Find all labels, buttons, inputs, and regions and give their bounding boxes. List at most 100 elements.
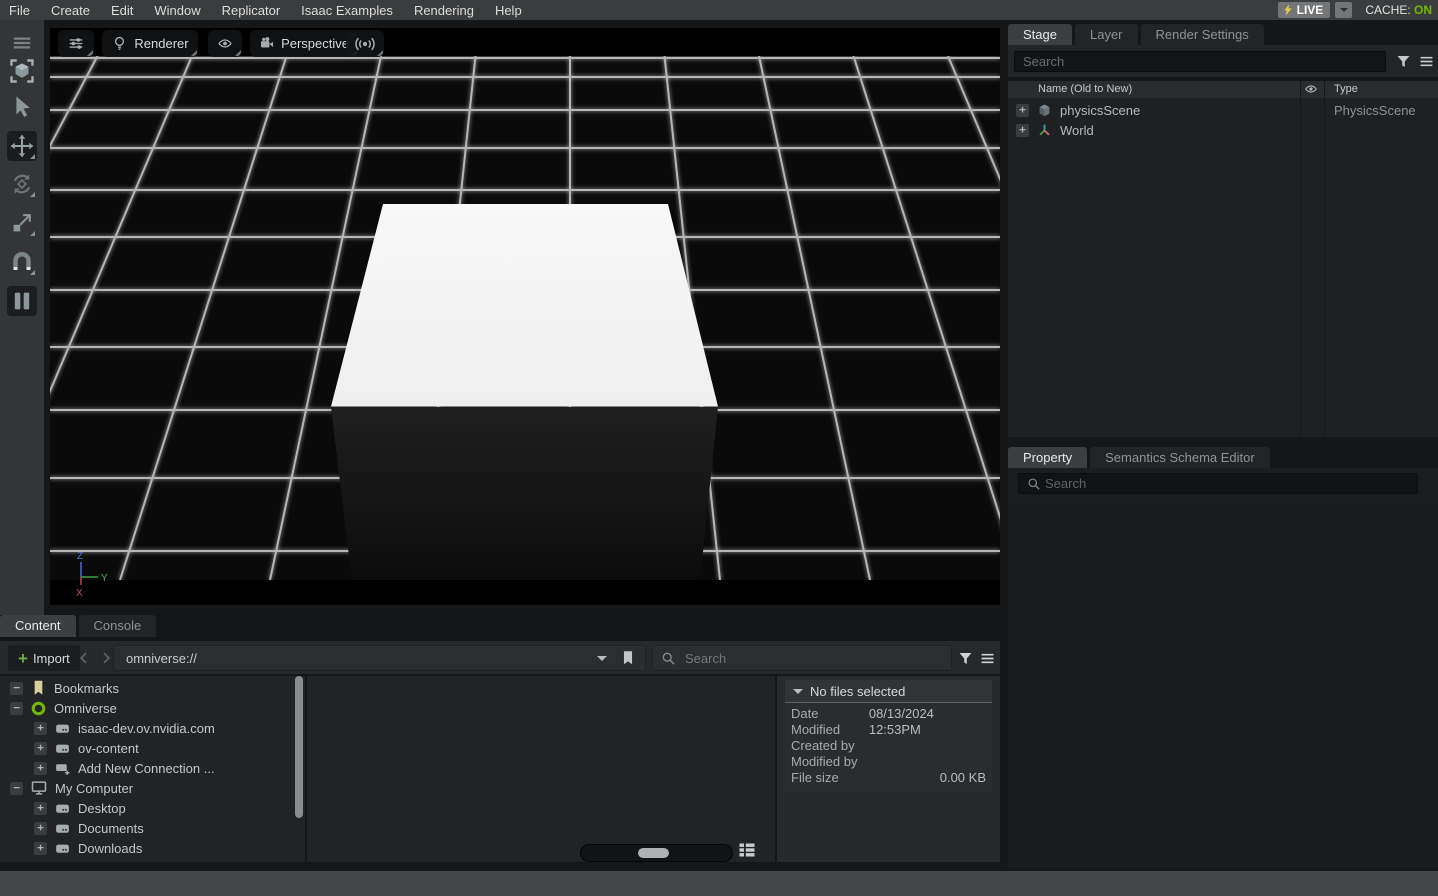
tree-item-partial[interactable] xyxy=(0,858,293,862)
tab-stage[interactable]: Stage xyxy=(1008,24,1072,45)
expand-icon[interactable] xyxy=(34,842,47,855)
tab-property[interactable]: Property xyxy=(1008,447,1087,468)
stage-row-physicsscene[interactable]: physicsScene PhysicsScene xyxy=(1008,100,1438,120)
slider-handle[interactable] xyxy=(638,848,669,858)
expand-icon[interactable] xyxy=(34,742,47,755)
tree-item-my-computer[interactable]: My Computer xyxy=(0,778,293,798)
tab-console[interactable]: Console xyxy=(79,615,157,637)
right-panel: Stage Layer Render Settings Name (Old to… xyxy=(1008,24,1438,868)
forward-button[interactable] xyxy=(98,650,114,666)
content-search-input[interactable] xyxy=(652,645,952,671)
expand-icon[interactable] xyxy=(34,722,47,735)
column-name-header[interactable]: Name (Old to New) xyxy=(1038,83,1132,95)
menu-replicator[interactable]: Replicator xyxy=(222,3,281,18)
plus-icon: + xyxy=(18,650,28,667)
menu-rendering[interactable]: Rendering xyxy=(414,3,474,18)
menu-edit[interactable]: Edit xyxy=(111,3,133,18)
expand-icon[interactable] xyxy=(34,802,47,815)
tree-item-ov-content[interactable]: ov-content xyxy=(0,738,293,758)
expand-icon[interactable] xyxy=(1016,124,1029,137)
collapse-icon[interactable] xyxy=(10,782,23,795)
cube-front-face xyxy=(331,407,718,581)
path-dropdown-icon[interactable] xyxy=(597,656,607,666)
tree-label: Bookmarks xyxy=(54,681,119,696)
detail-row-file-size: File size 0.00 KB xyxy=(791,770,986,786)
menu-help[interactable]: Help xyxy=(495,3,522,18)
menu-create[interactable]: Create xyxy=(51,3,90,18)
menu-bar: File Create Edit Window Replicator Isaac… xyxy=(0,0,1438,20)
search-icon xyxy=(660,650,677,667)
select-tool[interactable] xyxy=(7,92,37,122)
tab-semantics-schema-editor[interactable]: Semantics Schema Editor xyxy=(1090,447,1270,468)
filter-icon[interactable] xyxy=(957,650,974,667)
view-mode-toggle-icon[interactable] xyxy=(737,840,757,860)
tree-item-downloads[interactable]: Downloads xyxy=(0,838,293,858)
viewport-3d[interactable]: Z Y X Renderer Perspective xyxy=(50,28,1000,605)
stage-search-input[interactable] xyxy=(1014,51,1386,72)
details-title: No files selected xyxy=(810,684,905,699)
tree-item-isaac-dev[interactable]: isaac-dev.ov.nvidia.com xyxy=(0,718,293,738)
property-search-row xyxy=(1008,468,1438,499)
bookmark-icon[interactable] xyxy=(619,649,637,667)
expand-icon[interactable] xyxy=(10,862,23,863)
panel-divider xyxy=(305,676,307,862)
camera-perspective-button[interactable]: Perspective xyxy=(250,30,358,57)
expand-icon[interactable] xyxy=(1016,104,1029,117)
tree-item-desktop[interactable]: Desktop xyxy=(0,798,293,818)
viewport-settings-button[interactable] xyxy=(58,30,94,57)
import-button[interactable]: + Import xyxy=(8,645,80,671)
visibility-button[interactable] xyxy=(208,30,242,57)
collapse-icon[interactable] xyxy=(10,682,23,695)
tree-label: Downloads xyxy=(78,841,142,856)
eye-icon[interactable] xyxy=(1304,82,1318,96)
menu-window[interactable]: Window xyxy=(154,3,200,18)
tree-item-add-new-connection[interactable]: Add New Connection ... xyxy=(0,758,293,778)
tree-item-omniverse[interactable]: Omniverse xyxy=(0,698,293,718)
expand-icon[interactable] xyxy=(34,762,47,775)
audio-button[interactable] xyxy=(346,30,384,57)
rotate-tool[interactable] xyxy=(7,169,37,199)
stage-row-world[interactable]: World xyxy=(1008,120,1438,140)
content-options-icon[interactable] xyxy=(979,650,996,667)
tree-item-bookmarks[interactable]: Bookmarks xyxy=(0,678,293,698)
menu-file[interactable]: File xyxy=(9,3,30,18)
path-bar[interactable]: omniverse:// xyxy=(113,645,646,671)
tab-render-settings[interactable]: Render Settings xyxy=(1141,24,1264,45)
tree-label: Add New Connection ... xyxy=(78,761,215,776)
tree-item-documents[interactable]: Documents xyxy=(0,818,293,838)
details-header[interactable]: No files selected xyxy=(785,680,992,702)
app-window: File Create Edit Window Replicator Isaac… xyxy=(0,0,1438,896)
add-connection-icon xyxy=(54,760,71,777)
cube-icon xyxy=(1036,102,1053,119)
tree-label: Omniverse xyxy=(54,701,117,716)
menu-isaac-examples[interactable]: Isaac Examples xyxy=(301,3,393,18)
tab-content[interactable]: Content xyxy=(0,615,76,637)
snap-tool[interactable] xyxy=(7,247,37,277)
tree-scrollbar[interactable] xyxy=(295,676,303,818)
live-dropdown-button[interactable] xyxy=(1335,2,1352,18)
stage-options-icon[interactable] xyxy=(1418,53,1435,70)
toolbar-grip[interactable] xyxy=(7,28,37,58)
camera-icon xyxy=(259,34,275,53)
thumbnail-size-slider[interactable] xyxy=(580,844,733,862)
pause-button[interactable] xyxy=(7,286,37,316)
column-type-header[interactable]: Type xyxy=(1334,83,1358,95)
viewport-toolbar: Renderer Perspective xyxy=(50,30,1000,60)
renderer-button[interactable]: Renderer xyxy=(102,30,198,57)
server-icon xyxy=(54,740,71,757)
scale-tool[interactable] xyxy=(7,208,37,238)
back-button[interactable] xyxy=(76,650,92,666)
server-icon xyxy=(54,800,71,817)
eye-icon xyxy=(217,34,233,53)
selection-frame-tool[interactable] xyxy=(7,56,37,86)
camera-label: Perspective xyxy=(281,36,349,51)
content-toolbar: + Import omniverse:// xyxy=(0,641,1000,674)
move-tool[interactable] xyxy=(7,131,37,161)
filter-icon[interactable] xyxy=(1395,53,1412,70)
collapse-icon[interactable] xyxy=(10,702,23,715)
expand-icon[interactable] xyxy=(34,822,47,835)
server-icon xyxy=(30,860,47,863)
live-button[interactable]: LIVE xyxy=(1278,2,1331,18)
property-search-input[interactable] xyxy=(1018,473,1418,494)
tab-layer[interactable]: Layer xyxy=(1075,24,1138,45)
